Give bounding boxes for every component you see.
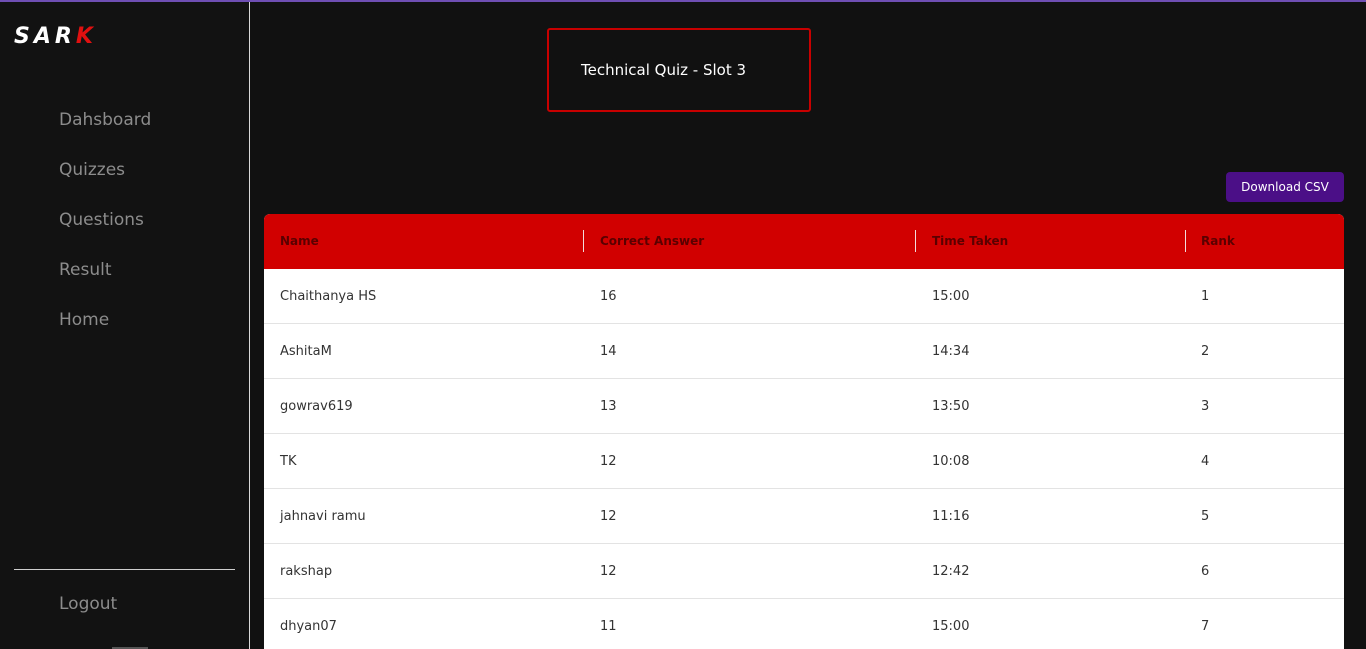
column-header-rank[interactable]: Rank <box>1201 214 1235 269</box>
sidebar-item-quizzes[interactable]: Quizzes <box>59 158 151 208</box>
cell-correct-answer: 12 <box>600 564 617 579</box>
cell-name: TK <box>280 454 297 469</box>
sidebar: SAR K Dahsboard Quizzes Questions Result … <box>0 2 250 649</box>
cell-time-taken: 12:42 <box>932 564 970 579</box>
cell-name: gowrav619 <box>280 399 353 414</box>
sidebar-item-dashboard[interactable]: Dahsboard <box>59 108 151 158</box>
column-divider[interactable] <box>915 230 916 252</box>
table-row[interactable]: dhyan07 11 15:00 7 <box>264 599 1344 649</box>
cell-name: Chaithanya HS <box>280 289 377 304</box>
cell-rank: 5 <box>1201 509 1210 524</box>
column-header-name[interactable]: Name <box>280 214 319 269</box>
table-row[interactable]: gowrav619 13 13:50 3 <box>264 379 1344 434</box>
cell-time-taken: 13:50 <box>932 399 970 414</box>
quiz-title: Technical Quiz - Slot 3 <box>581 61 747 79</box>
cell-correct-answer: 16 <box>600 289 617 304</box>
column-header-correct-answer[interactable]: Correct Answer <box>600 214 704 269</box>
cell-rank: 1 <box>1201 289 1210 304</box>
logout-link[interactable]: Logout <box>59 594 117 614</box>
table-row[interactable]: TK 12 10:08 4 <box>264 434 1344 489</box>
logo-text: SAR <box>14 24 76 49</box>
table-row[interactable]: AshitaM 14 14:34 2 <box>264 324 1344 379</box>
cell-rank: 7 <box>1201 619 1210 634</box>
sidebar-item-questions[interactable]: Questions <box>59 208 151 258</box>
cell-time-taken: 15:00 <box>932 619 970 634</box>
quiz-title-card: Technical Quiz - Slot 3 <box>547 28 811 112</box>
cell-rank: 3 <box>1201 399 1210 414</box>
table-row[interactable]: rakshap 12 12:42 6 <box>264 544 1344 599</box>
sidebar-item-home[interactable]: Home <box>59 308 151 358</box>
logo-accent-text: K <box>75 24 97 49</box>
table-row[interactable]: jahnavi ramu 12 11:16 5 <box>264 489 1344 544</box>
cell-name: AshitaM <box>280 344 332 359</box>
cell-correct-answer: 13 <box>600 399 617 414</box>
cell-time-taken: 11:16 <box>932 509 970 524</box>
cell-rank: 2 <box>1201 344 1210 359</box>
table-header: Name Correct Answer Time Taken Rank <box>264 214 1344 269</box>
table-row[interactable]: Chaithanya HS 16 15:00 1 <box>264 269 1344 324</box>
cell-time-taken: 15:00 <box>932 289 970 304</box>
results-table: Name Correct Answer Time Taken Rank Chai… <box>264 214 1344 649</box>
sidebar-nav: Dahsboard Quizzes Questions Result Home <box>59 108 151 358</box>
cell-correct-answer: 12 <box>600 509 617 524</box>
sidebar-item-result[interactable]: Result <box>59 258 151 308</box>
cell-time-taken: 10:08 <box>932 454 970 469</box>
download-csv-button[interactable]: Download CSV <box>1226 172 1344 202</box>
cell-rank: 6 <box>1201 564 1210 579</box>
cell-correct-answer: 12 <box>600 454 617 469</box>
brand-logo[interactable]: SAR K <box>14 24 97 49</box>
cell-correct-answer: 11 <box>600 619 617 634</box>
column-divider[interactable] <box>583 230 584 252</box>
column-divider[interactable] <box>1185 230 1186 252</box>
cell-correct-answer: 14 <box>600 344 617 359</box>
cell-name: rakshap <box>280 564 333 579</box>
cell-rank: 4 <box>1201 454 1210 469</box>
cell-name: dhyan07 <box>280 619 337 634</box>
cell-name: jahnavi ramu <box>280 509 366 524</box>
column-header-time-taken[interactable]: Time Taken <box>932 214 1008 269</box>
sidebar-divider <box>14 569 235 570</box>
cell-time-taken: 14:34 <box>932 344 970 359</box>
